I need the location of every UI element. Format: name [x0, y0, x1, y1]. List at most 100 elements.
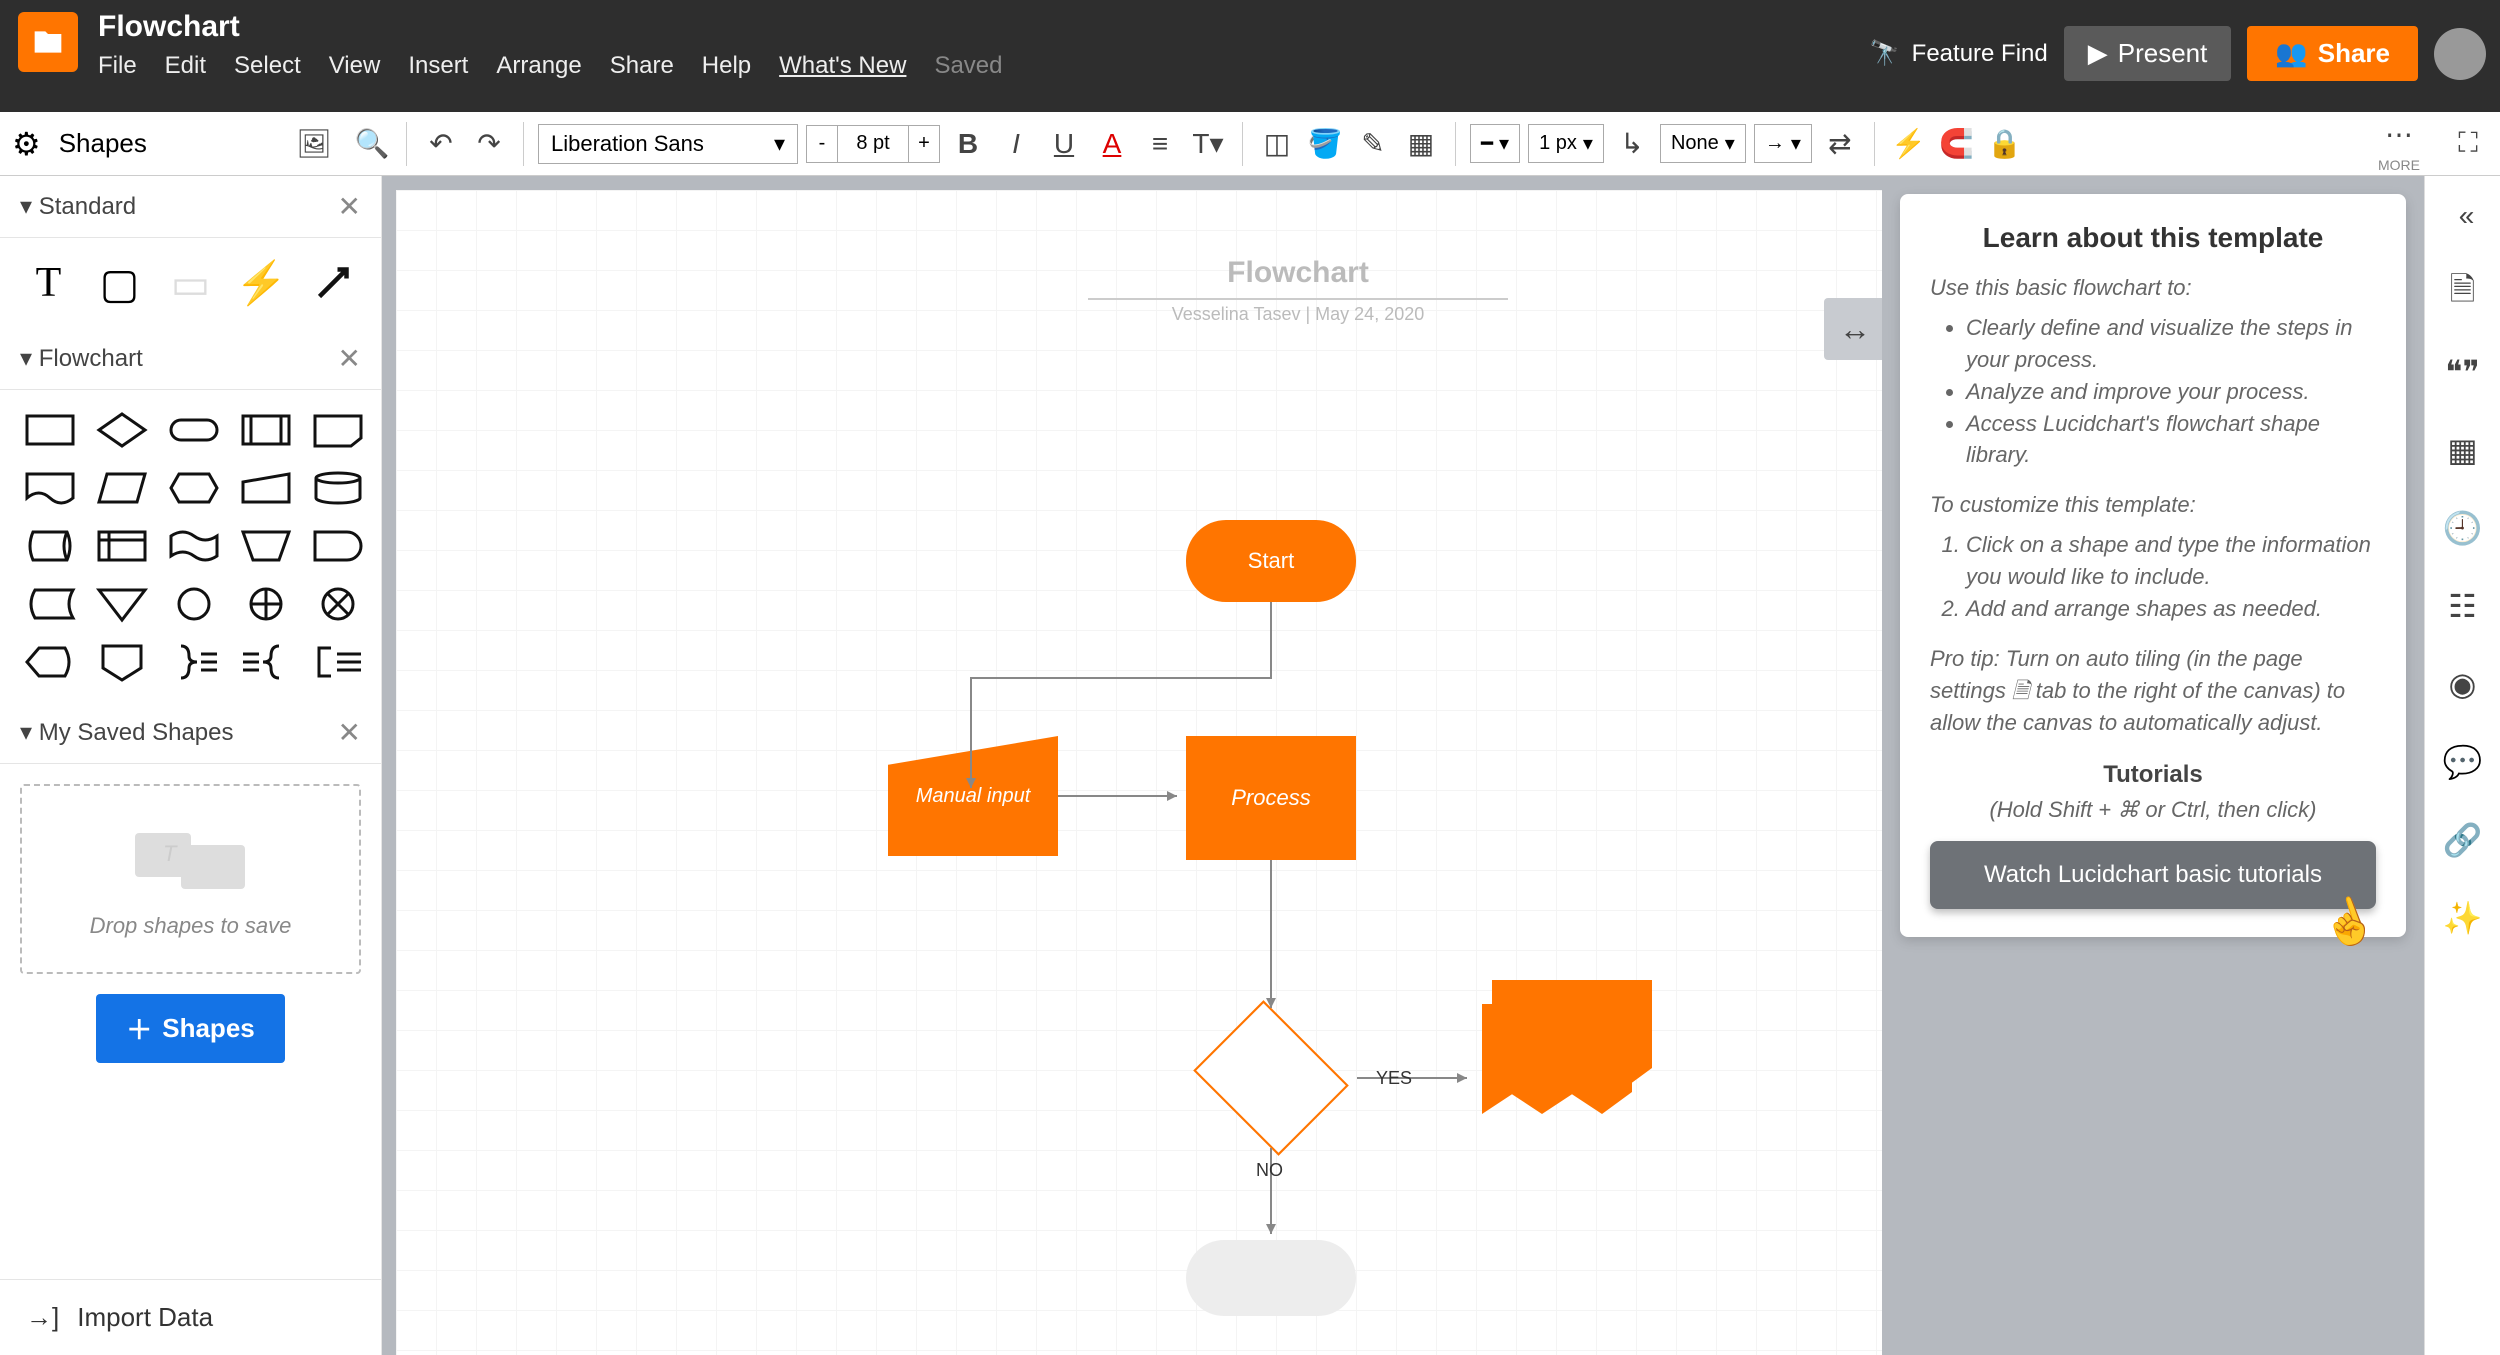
shape-brace-right[interactable]: [166, 640, 222, 684]
shape-sum[interactable]: [310, 582, 366, 626]
saved-section-header[interactable]: ▾ My Saved Shapes ✕: [0, 702, 381, 764]
image-icon[interactable]: 🖼: [294, 124, 334, 164]
data-link-icon[interactable]: 🔗: [2443, 820, 2483, 860]
magnet-icon[interactable]: 🧲: [1937, 124, 1977, 164]
add-shapes-button[interactable]: ＋ Shapes: [96, 994, 285, 1063]
dynamic-shape-tool[interactable]: ⚡: [235, 256, 288, 310]
shape-or[interactable]: [238, 582, 294, 626]
shape-document[interactable]: [22, 466, 78, 510]
shape-annotation[interactable]: [310, 640, 366, 684]
standard-section-header[interactable]: ▾ Standard ✕: [0, 176, 381, 238]
menu-select[interactable]: Select: [234, 52, 301, 80]
line-tool[interactable]: [306, 256, 359, 310]
menu-arrange[interactable]: Arrange: [496, 52, 581, 80]
shape-storeddata[interactable]: [22, 582, 78, 626]
document-title[interactable]: Flowchart: [98, 10, 1870, 44]
menu-view[interactable]: View: [329, 52, 381, 80]
italic-button[interactable]: I: [996, 124, 1036, 164]
block-tool[interactable]: ▢: [93, 256, 146, 310]
toolbar-shapes-label[interactable]: Shapes: [59, 128, 147, 159]
increase-size-button[interactable]: +: [908, 125, 940, 163]
shape-manualop[interactable]: [238, 524, 294, 568]
shape-note[interactable]: [310, 408, 366, 452]
font-size-input[interactable]: [838, 125, 908, 163]
watch-tutorials-button[interactable]: Watch Lucidchart basic tutorials: [1930, 841, 2376, 909]
shape-connector[interactable]: [166, 582, 222, 626]
page-resize-handle[interactable]: ↔: [1824, 298, 1886, 360]
shape-directdata[interactable]: [22, 524, 78, 568]
bolt-icon[interactable]: ⚡: [1889, 124, 1929, 164]
font-size-stepper[interactable]: - +: [806, 125, 940, 163]
user-avatar[interactable]: [2434, 28, 2486, 80]
shape-decision[interactable]: [94, 408, 150, 452]
line-style-select[interactable]: ━▾: [1470, 124, 1520, 163]
note-tool[interactable]: ▭: [164, 256, 217, 310]
import-data-button[interactable]: →] Import Data: [0, 1279, 381, 1355]
text-options-button[interactable]: T▾: [1188, 124, 1228, 164]
close-icon[interactable]: ✕: [338, 716, 361, 749]
shape-display[interactable]: [22, 640, 78, 684]
menu-insert[interactable]: Insert: [408, 52, 468, 80]
shape-internal[interactable]: [94, 524, 150, 568]
saved-shapes-dropzone[interactable]: T Drop shapes to save: [20, 784, 361, 974]
shape-predefined[interactable]: [238, 408, 294, 452]
line-end-select[interactable]: →▾: [1754, 124, 1812, 163]
presentation-icon[interactable]: ▦: [2443, 430, 2483, 470]
share-button[interactable]: 👥 Share: [2247, 26, 2418, 81]
layers-icon[interactable]: ☷: [2443, 586, 2483, 626]
text-color-button[interactable]: A: [1092, 124, 1132, 164]
comments-icon[interactable]: ❝❞: [2443, 352, 2483, 392]
font-family-select[interactable]: Liberation Sans▾: [538, 124, 798, 164]
menu-edit[interactable]: Edit: [165, 52, 206, 80]
shape-multidocument[interactable]: [1482, 980, 1652, 1120]
shape-terminator[interactable]: [166, 408, 222, 452]
line-start-select[interactable]: None▾: [1660, 124, 1746, 163]
theme-icon[interactable]: ◉: [2443, 664, 2483, 704]
swap-ends-icon[interactable]: ⇄: [1820, 124, 1860, 164]
shape-data[interactable]: [94, 466, 150, 510]
more-icon[interactable]: ⋯: [2379, 115, 2419, 155]
diagram-canvas[interactable]: Flowchart Vesselina Tasev | May 24, 2020…: [396, 190, 1882, 1355]
gear-icon[interactable]: ⚙: [12, 125, 41, 163]
shape-options-icon[interactable]: ▦: [1401, 124, 1441, 164]
fill-none-icon[interactable]: ◫: [1257, 124, 1297, 164]
redo-icon[interactable]: ↷: [469, 124, 509, 164]
shape-offpage[interactable]: [94, 640, 150, 684]
history-icon[interactable]: 🕘: [2443, 508, 2483, 548]
lock-icon[interactable]: 🔒: [1985, 124, 2025, 164]
shape-process[interactable]: [22, 408, 78, 452]
page-settings-icon[interactable]: 🗎: [2443, 274, 2483, 314]
menu-share[interactable]: Share: [610, 52, 674, 80]
fill-color-icon[interactable]: 🪣: [1305, 124, 1345, 164]
close-icon[interactable]: ✕: [338, 342, 361, 375]
present-button[interactable]: ▶ Present: [2064, 26, 2232, 81]
undo-icon[interactable]: ↶: [421, 124, 461, 164]
feature-find-button[interactable]: 🔭 Feature Find: [1870, 39, 2048, 68]
magic-icon[interactable]: ✨: [2443, 898, 2483, 938]
search-icon[interactable]: 🔍: [352, 124, 392, 164]
bold-button[interactable]: B: [948, 124, 988, 164]
align-button[interactable]: ≡: [1140, 124, 1180, 164]
canvas-area[interactable]: Flowchart Vesselina Tasev | May 24, 2020…: [382, 176, 1882, 1355]
flowchart-section-header[interactable]: ▾ Flowchart ✕: [0, 328, 381, 390]
border-color-icon[interactable]: ✎: [1353, 124, 1393, 164]
app-logo[interactable]: [18, 12, 78, 72]
close-icon[interactable]: ✕: [338, 190, 361, 223]
shape-delay[interactable]: [310, 524, 366, 568]
line-width-select[interactable]: 1 px▾: [1528, 124, 1604, 163]
diagram-title-block[interactable]: Flowchart Vesselina Tasev | May 24, 2020: [1088, 256, 1508, 325]
shape-papertape[interactable]: [166, 524, 222, 568]
shape-manualinput[interactable]: [238, 466, 294, 510]
shape-preparation[interactable]: [166, 466, 222, 510]
shape-database[interactable]: [310, 466, 366, 510]
collapse-panel-icon[interactable]: «: [2443, 196, 2483, 236]
chat-icon[interactable]: 💬: [2443, 742, 2483, 782]
text-tool[interactable]: T: [22, 256, 75, 310]
menu-file[interactable]: File: [98, 52, 137, 80]
shape-merge[interactable]: [94, 582, 150, 626]
menu-help[interactable]: Help: [702, 52, 751, 80]
shape-start[interactable]: Start: [1186, 520, 1356, 602]
fullscreen-icon[interactable]: ⛶: [2448, 124, 2488, 164]
underline-button[interactable]: U: [1044, 124, 1084, 164]
menu-whats-new[interactable]: What's New: [779, 52, 906, 80]
